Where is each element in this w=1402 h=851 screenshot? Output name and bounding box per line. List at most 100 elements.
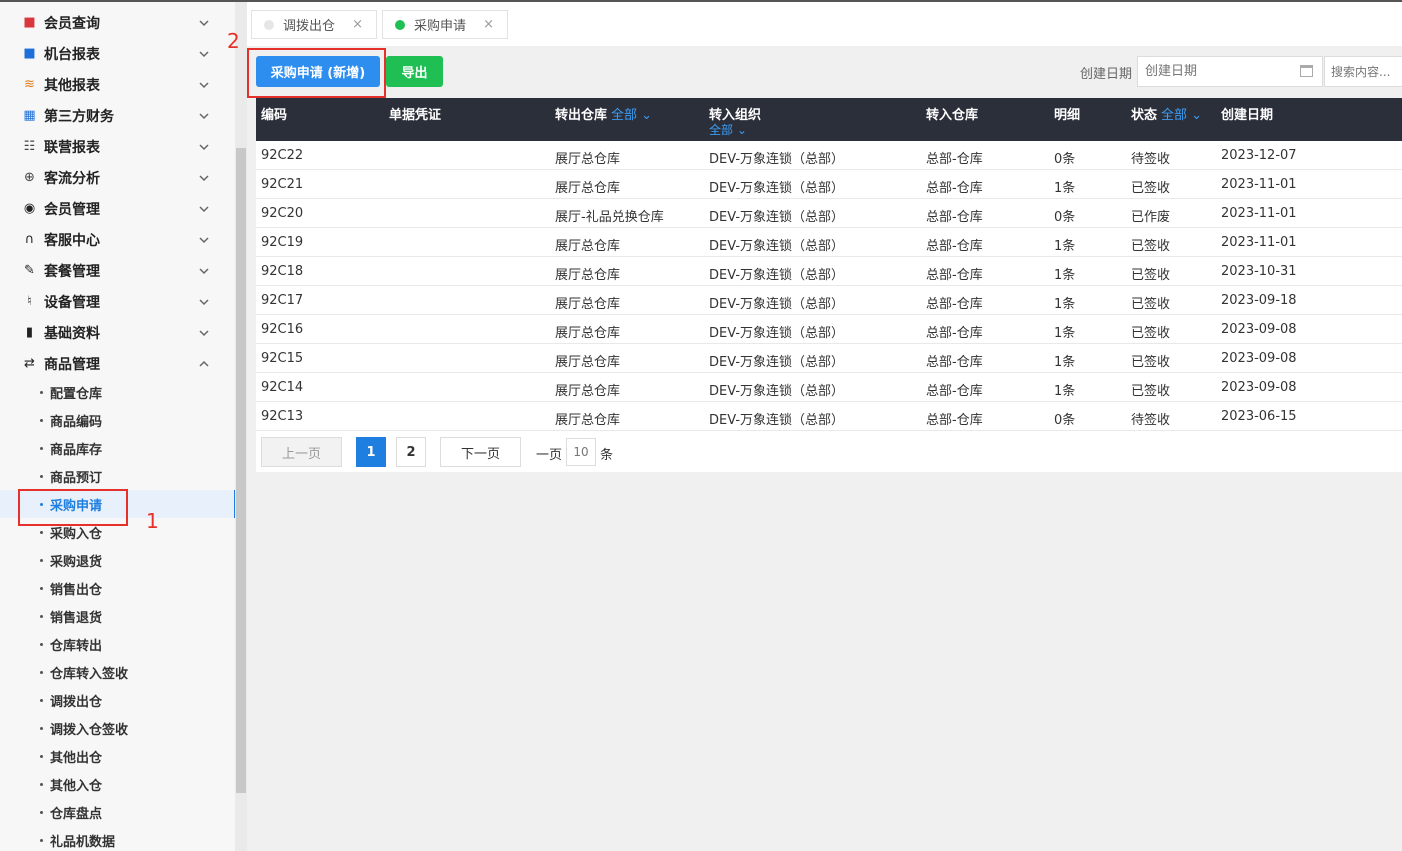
table-row[interactable]: 92C16 展厅总仓库 DEV-万象连锁（总部） 总部-仓库 1条 已签收 2023-09-… xyxy=(256,315,1402,344)
sidebar-sub-label: 采购退货 xyxy=(50,554,103,570)
sidebar-sub-item[interactable]: 其他入仓 xyxy=(0,770,236,798)
sidebar-menu-label: 设备管理 xyxy=(44,294,100,311)
table-cell: 92C14 xyxy=(261,380,304,395)
table-cell: DEV-万象连锁（总部） xyxy=(709,152,845,167)
table-row[interactable]: 92C18 展厅总仓库 DEV-万象连锁（总部） 总部-仓库 1条 已签收 2023-10-… xyxy=(256,257,1402,286)
sidebar-sub-item[interactable]: 商品预订 xyxy=(0,462,236,490)
sidebar-sub-item[interactable]: 商品编码 xyxy=(0,406,236,434)
sidebar-menu-item[interactable]: ✎ 套餐管理 xyxy=(0,255,230,286)
table-cell: 展厅总仓库 xyxy=(555,268,621,283)
table-cell: 2023-12-07 xyxy=(1221,148,1297,163)
column-header-label: 明细 xyxy=(1054,108,1081,123)
table-row[interactable]: 92C14 展厅总仓库 DEV-万象连锁（总部） 总部-仓库 1条 已签收 2023-09-… xyxy=(256,373,1402,402)
file-icon: ▮ xyxy=(25,325,34,340)
date-filter-input[interactable] xyxy=(1137,56,1323,87)
table-cell: 待签收 xyxy=(1131,413,1171,428)
table-cell: 总部-仓库 xyxy=(926,181,983,196)
table-cell: DEV-万象连锁（总部） xyxy=(709,384,845,399)
column-filter-dropdown[interactable]: 全部 ⌄ xyxy=(709,121,747,138)
table-cell: 2023-09-18 xyxy=(1221,293,1297,308)
prev-page-button[interactable]: 上一页 xyxy=(261,437,342,467)
sidebar: ■ 会员查询 ■ 机台报表 ≋ 其他报表 ▦ 第三方财务 ☷ 联营报表 ⊕ 客流分析 ◉ 会员管理 ∩ 客服中… xyxy=(0,2,236,851)
export-button[interactable]: 导出 xyxy=(386,56,443,87)
column-filter-dropdown[interactable]: 全部 ⌄ xyxy=(611,108,652,123)
sidebar-menu-item[interactable]: ■ 会员查询 xyxy=(0,7,230,38)
chevron-down-icon xyxy=(198,141,210,153)
sidebar-sub-item[interactable]: 调拨入仓签收 xyxy=(0,714,236,742)
table-cell: 展厅总仓库 xyxy=(555,152,621,167)
table-cell: 92C21 xyxy=(261,177,304,192)
sidebar-sub-item[interactable]: 销售退货 xyxy=(0,602,236,630)
sidebar-sub-item[interactable]: 商品库存 xyxy=(0,434,236,462)
next-page-button[interactable]: 下一页 xyxy=(440,437,521,467)
sidebar-menu-item[interactable]: ☷ 联营报表 xyxy=(0,131,230,162)
sidebar-sub-item[interactable]: 配置仓库 xyxy=(0,378,236,406)
sidebar-scrollbar-thumb[interactable] xyxy=(236,148,246,793)
close-icon[interactable]: × xyxy=(483,17,494,32)
sidebar-menu-label: 客服中心 xyxy=(44,232,100,249)
table-cell: 展厅总仓库 xyxy=(555,384,621,399)
sidebar-sub-item[interactable]: 仓库转出 xyxy=(0,630,236,658)
tab[interactable]: 采购申请 × xyxy=(382,10,508,39)
sidebar-menu-item[interactable]: ▮ 基础资料 xyxy=(0,317,230,348)
sidebar-menu-item[interactable]: ♮ 设备管理 xyxy=(0,286,230,317)
bullet-icon xyxy=(40,642,43,646)
table-cell: 0条 xyxy=(1054,152,1076,167)
table-cell: DEV-万象连锁（总部） xyxy=(709,268,845,283)
table-cell: DEV-万象连锁（总部） xyxy=(709,181,845,196)
sidebar-menu-item[interactable]: ⇄ 商品管理 xyxy=(0,348,230,379)
table-cell: 2023-11-01 xyxy=(1221,235,1297,250)
calendar-icon[interactable] xyxy=(1300,65,1313,77)
search-input[interactable] xyxy=(1324,56,1402,87)
sidebar-sub-item[interactable]: 仓库转入签收 xyxy=(0,658,236,686)
column-header[interactable]: 转出仓库 全部 ⌄ xyxy=(555,104,652,123)
sidebar-menu-item[interactable]: ∩ 客服中心 xyxy=(0,224,230,255)
table-cell: 2023-11-01 xyxy=(1221,206,1297,221)
sidebar-sub-label: 调拨入仓签收 xyxy=(50,722,129,738)
table-row[interactable]: 92C19 展厅总仓库 DEV-万象连锁（总部） 总部-仓库 1条 已签收 2023-11-… xyxy=(256,228,1402,257)
sidebar-sub-label: 调拨出仓 xyxy=(50,694,103,710)
table-row[interactable]: 92C13 展厅总仓库 DEV-万象连锁（总部） 总部-仓库 0条 待签收 2023-06-… xyxy=(256,402,1402,431)
page-2-button[interactable]: 2 xyxy=(396,437,426,467)
sidebar-sub-item[interactable]: 其他出仓 xyxy=(0,742,236,770)
table-cell: 展厅总仓库 xyxy=(555,239,621,254)
table-cell: 总部-仓库 xyxy=(926,326,983,341)
table-row[interactable]: 92C22 展厅总仓库 DEV-万象连锁（总部） 总部-仓库 0条 待签收 2023-12-… xyxy=(256,141,1402,170)
sidebar-menu-label: 机台报表 xyxy=(44,46,100,63)
layers-icon: ≋ xyxy=(24,77,35,92)
sidebar-menu-item[interactable]: ◉ 会员管理 xyxy=(0,193,230,224)
sidebar-menu-item[interactable]: ▦ 第三方财务 xyxy=(0,100,230,131)
sidebar-sub-item[interactable]: 仓库盘点 xyxy=(0,798,236,826)
tab-status-dot-icon xyxy=(395,19,405,30)
table-row[interactable]: 92C21 展厅总仓库 DEV-万象连锁（总部） 总部-仓库 1条 已签收 2023-11-… xyxy=(256,170,1402,199)
sidebar-sub-item[interactable]: 礼品机数据 xyxy=(0,826,236,851)
bullet-icon xyxy=(40,726,43,730)
table-cell: DEV-万象连锁（总部） xyxy=(709,239,845,254)
chevron-down-icon xyxy=(198,17,210,29)
page-1-button[interactable]: 1 xyxy=(356,437,386,467)
sidebar-sub-label: 商品编码 xyxy=(50,414,103,430)
column-filter-dropdown[interactable]: 全部 ⌄ xyxy=(1161,108,1202,123)
sidebar-menu-item[interactable]: ■ 机台报表 xyxy=(0,38,230,69)
sidebar-sub-label: 商品库存 xyxy=(50,442,103,458)
sidebar-sub-item[interactable]: 销售出仓 xyxy=(0,574,236,602)
sidebar-sub-label: 仓库转入签收 xyxy=(50,666,129,682)
chevron-down-icon xyxy=(198,79,210,91)
sidebar-menu-item[interactable]: ⊕ 客流分析 xyxy=(0,162,230,193)
table-row[interactable]: 92C15 展厅总仓库 DEV-万象连锁（总部） 总部-仓库 1条 已签收 2023-09-… xyxy=(256,344,1402,373)
table-row[interactable]: 92C17 展厅总仓库 DEV-万象连锁（总部） 总部-仓库 1条 已签收 2023-09-… xyxy=(256,286,1402,315)
annotation-number-1: 1 xyxy=(146,509,159,533)
close-icon[interactable]: × xyxy=(352,17,363,32)
sidebar-sub-item[interactable]: 采购退货 xyxy=(0,546,236,574)
column-header[interactable]: 状态 全部 ⌄ xyxy=(1131,104,1202,123)
sidebar-menu-item[interactable]: ≋ 其他报表 xyxy=(0,69,230,100)
tab-label: 采购申请 xyxy=(414,19,467,34)
sidebar-sub-label: 销售出仓 xyxy=(50,582,103,598)
table-cell: DEV-万象连锁（总部） xyxy=(709,355,845,370)
sidebar-menu-label: 其他报表 xyxy=(44,77,100,94)
sidebar-sub-item[interactable]: 调拨出仓 xyxy=(0,686,236,714)
table-row[interactable]: 92C20 展厅-礼品兑换仓库 DEV-万象连锁（总部） 总部-仓库 0条 已作废 2023… xyxy=(256,199,1402,228)
sidebar-sub-label: 销售退货 xyxy=(50,610,103,626)
tab[interactable]: 调拨出仓 × xyxy=(251,10,377,39)
per-page-input[interactable]: 10 xyxy=(566,438,596,466)
